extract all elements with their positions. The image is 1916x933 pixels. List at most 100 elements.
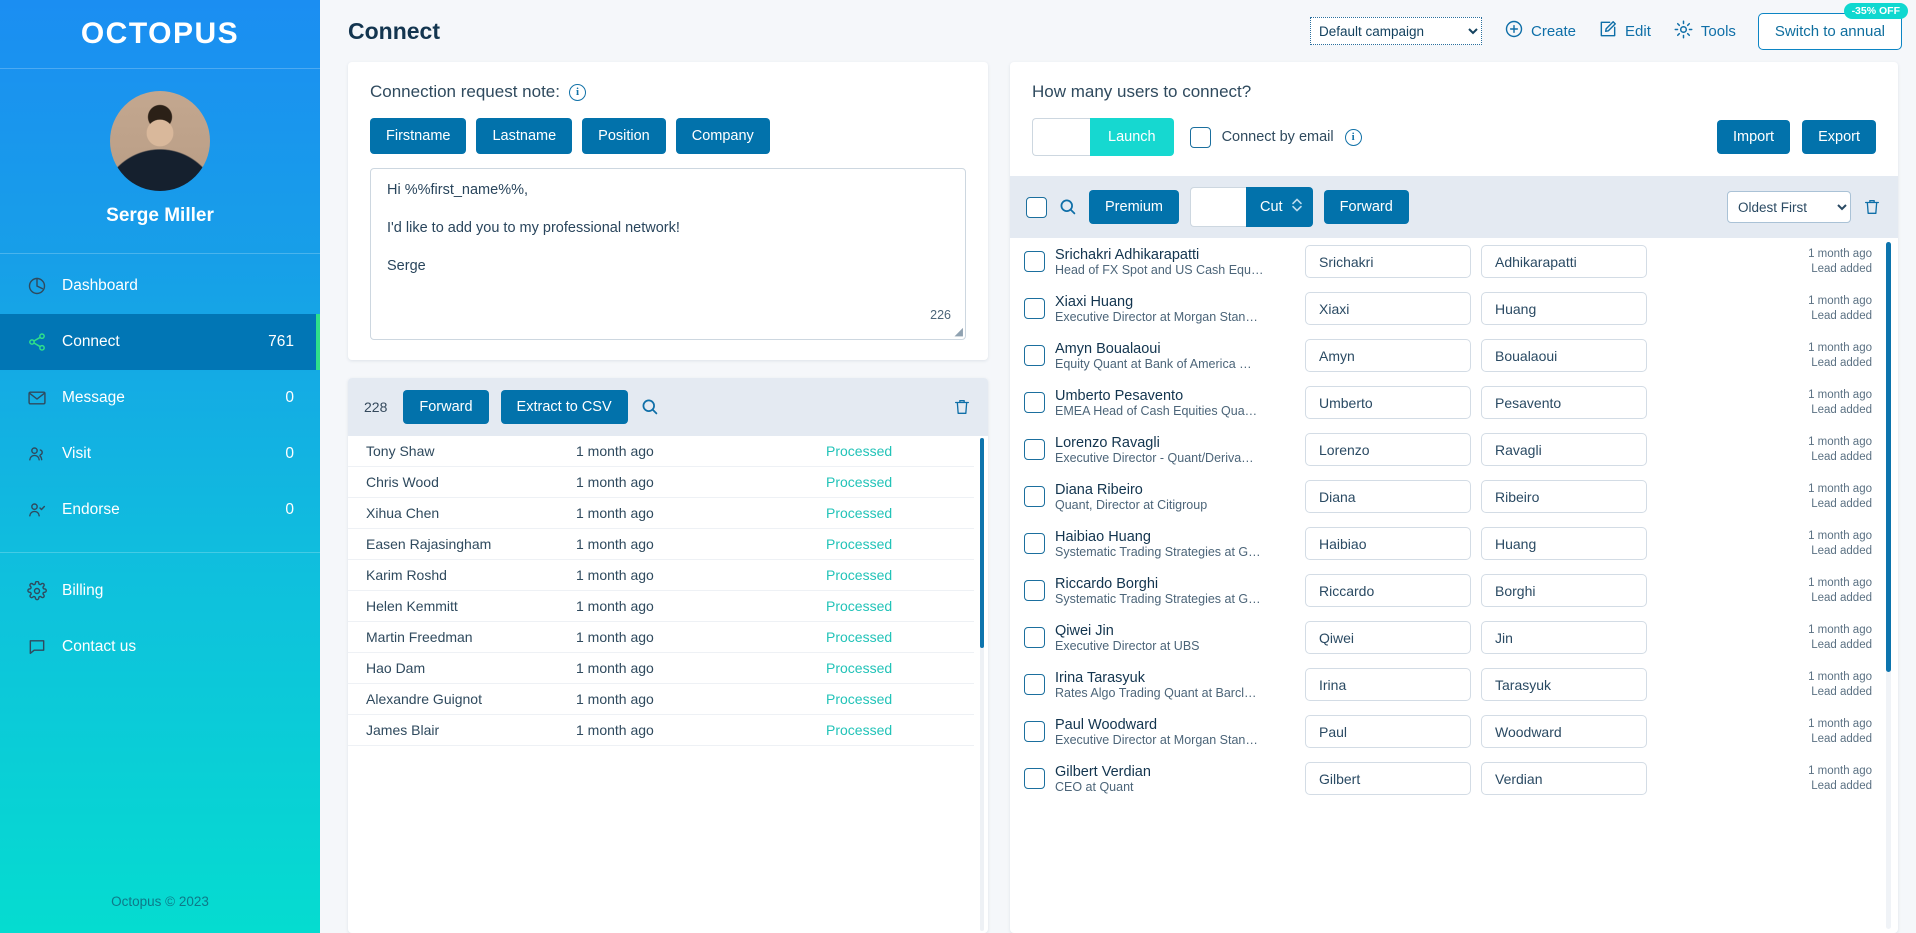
sidebar-item-connect[interactable]: Connect 761 (0, 314, 320, 370)
processed-delete-button[interactable] (952, 397, 972, 417)
import-button[interactable]: Import (1716, 120, 1791, 154)
processed-search-button[interactable] (640, 397, 660, 417)
lead-row[interactable]: Qiwei Jin Executive Director at UBS Qiwei J… (1010, 614, 1898, 661)
processed-scrollbar-thumb[interactable] (980, 438, 984, 648)
sidebar-item-endorse[interactable]: Endorse 0 (0, 482, 320, 538)
cut-count-input[interactable] (1190, 187, 1247, 227)
lead-checkbox[interactable] (1024, 580, 1045, 601)
leads-list[interactable]: Srichakri Adhikarapatti Head of FX Spot a… (1010, 238, 1898, 933)
processed-row[interactable]: Helen Kemmitt 1 month ago Processed (348, 591, 974, 622)
edit-button[interactable]: Edit (1598, 19, 1651, 43)
processed-row[interactable]: Martin Freedman 1 month ago Processed (348, 622, 974, 653)
sort-order-select[interactable]: Oldest First (1727, 191, 1851, 223)
lead-firstname-field[interactable]: Qiwei (1305, 621, 1471, 654)
lead-checkbox[interactable] (1024, 674, 1045, 695)
lead-firstname-field[interactable]: Riccardo (1305, 574, 1471, 607)
lead-lastname-field[interactable]: Borghi (1481, 574, 1647, 607)
lead-lastname-field[interactable]: Ravagli (1481, 433, 1647, 466)
cut-button[interactable]: Cut (1246, 187, 1313, 227)
lead-lastname-field[interactable]: Jin (1481, 621, 1647, 654)
lead-row[interactable]: Irina Tarasyuk Rates Algo Trading Quant a… (1010, 661, 1898, 708)
info-icon[interactable]: i (568, 83, 586, 101)
processed-row[interactable]: Chris Wood 1 month ago Processed (348, 467, 974, 498)
select-all-checkbox[interactable] (1026, 196, 1047, 218)
lead-lastname-field[interactable]: Huang (1481, 527, 1647, 560)
lead-firstname-field[interactable]: Irina (1305, 668, 1471, 701)
connect-by-email-checkbox[interactable] (1189, 126, 1211, 148)
lead-firstname-field[interactable]: Gilbert (1305, 762, 1471, 795)
processed-row[interactable]: Tony Shaw 1 month ago Processed (348, 436, 974, 467)
launch-button[interactable]: Launch (1090, 118, 1174, 156)
stepper-icon[interactable] (1291, 196, 1303, 218)
token-company-button[interactable]: Company (675, 118, 770, 154)
lead-checkbox[interactable] (1024, 251, 1045, 272)
lead-row[interactable]: Paul Woodward Executive Director at Morga… (1010, 708, 1898, 755)
lead-row[interactable]: Amyn Boualaoui Equity Quant at Bank of Am… (1010, 332, 1898, 379)
brand-header[interactable]: OCTOPUS (0, 0, 320, 68)
lead-row[interactable]: Gilbert Verdian CEO at Quant Gilbert Verdia… (1010, 755, 1898, 802)
create-button[interactable]: Create (1504, 19, 1576, 43)
lead-lastname-field[interactable]: Boualaoui (1481, 339, 1647, 372)
sidebar-item-contact-us[interactable]: Contact us (0, 619, 320, 675)
token-firstname-button[interactable]: Firstname (370, 118, 467, 154)
leads-delete-button[interactable] (1862, 197, 1882, 217)
lead-checkbox[interactable] (1024, 533, 1045, 554)
leads-forward-button[interactable]: Forward (1323, 190, 1409, 224)
processed-row[interactable]: Alexandre Guignot 1 month ago Processed (348, 684, 974, 715)
premium-button[interactable]: Premium (1089, 190, 1180, 224)
processed-row[interactable]: Easen Rajasingham 1 month ago Processed (348, 529, 974, 560)
processed-row[interactable]: James Blair 1 month ago Processed (348, 715, 974, 746)
sidebar-item-dashboard[interactable]: Dashboard (0, 258, 320, 314)
lead-lastname-field[interactable]: Ribeiro (1481, 480, 1647, 513)
lead-row[interactable]: Riccardo Borghi Systematic Trading Strate… (1010, 567, 1898, 614)
lead-lastname-field[interactable]: Pesavento (1481, 386, 1647, 419)
lead-lastname-field[interactable]: Adhikarapatti (1481, 245, 1647, 278)
lead-row[interactable]: Lorenzo Ravagli Executive Director - Quan… (1010, 426, 1898, 473)
lead-checkbox[interactable] (1024, 721, 1045, 742)
extract-to-csv-button[interactable]: Extract to CSV (500, 390, 628, 424)
lead-row[interactable]: Xiaxi Huang Executive Director at Morgan … (1010, 285, 1898, 332)
lead-row[interactable]: Srichakri Adhikarapatti Head of FX Spot a… (1010, 238, 1898, 285)
lead-checkbox[interactable] (1024, 768, 1045, 789)
note-textarea[interactable]: Hi %%first_name%%, I'd like to add you t… (370, 168, 966, 340)
lead-lastname-field[interactable]: Tarasyuk (1481, 668, 1647, 701)
token-position-button[interactable]: Position (582, 118, 666, 154)
connect-by-email-label[interactable]: Connect by email i (1189, 126, 1362, 148)
lead-firstname-field[interactable]: Diana (1305, 480, 1471, 513)
token-lastname-button[interactable]: Lastname (476, 118, 573, 154)
tools-button[interactable]: Tools (1673, 19, 1736, 44)
leads-search-button[interactable] (1058, 197, 1078, 217)
lead-firstname-field[interactable]: Xiaxi (1305, 292, 1471, 325)
info-icon[interactable]: i (1344, 128, 1362, 146)
lead-row[interactable]: Umberto Pesavento EMEA Head of Cash Equit… (1010, 379, 1898, 426)
lead-firstname-field[interactable]: Amyn (1305, 339, 1471, 372)
lead-lastname-field[interactable]: Huang (1481, 292, 1647, 325)
resize-grip-icon[interactable]: ◢ (955, 326, 963, 338)
processed-row[interactable]: Xihua Chen 1 month ago Processed (348, 498, 974, 529)
sidebar-item-billing[interactable]: Billing (0, 563, 320, 619)
lead-lastname-field[interactable]: Woodward (1481, 715, 1647, 748)
launch-count-input[interactable] (1032, 118, 1090, 156)
processed-row[interactable]: Karim Roshd 1 month ago Processed (348, 560, 974, 591)
lead-lastname-field[interactable]: Verdian (1481, 762, 1647, 795)
lead-checkbox[interactable] (1024, 486, 1045, 507)
lead-checkbox[interactable] (1024, 345, 1045, 366)
campaign-select[interactable]: Default campaign (1310, 17, 1482, 45)
lead-firstname-field[interactable]: Umberto (1305, 386, 1471, 419)
lead-firstname-field[interactable]: Paul (1305, 715, 1471, 748)
processed-list[interactable]: Tony Shaw 1 month ago Processed Chris Wood 1… (348, 436, 988, 933)
lead-firstname-field[interactable]: Srichakri (1305, 245, 1471, 278)
lead-checkbox[interactable] (1024, 298, 1045, 319)
sidebar-item-visit[interactable]: Visit 0 (0, 426, 320, 482)
processed-forward-button[interactable]: Forward (403, 390, 489, 424)
lead-checkbox[interactable] (1024, 627, 1045, 648)
lead-checkbox[interactable] (1024, 439, 1045, 460)
lead-firstname-field[interactable]: Lorenzo (1305, 433, 1471, 466)
sidebar-item-message[interactable]: Message 0 (0, 370, 320, 426)
lead-checkbox[interactable] (1024, 392, 1045, 413)
processed-row[interactable]: Hao Dam 1 month ago Processed (348, 653, 974, 684)
lead-firstname-field[interactable]: Haibiao (1305, 527, 1471, 560)
lead-row[interactable]: Diana Ribeiro Quant, Director at Citigrou… (1010, 473, 1898, 520)
lead-row[interactable]: Haibiao Huang Systematic Trading Strategi… (1010, 520, 1898, 567)
export-button[interactable]: Export (1802, 120, 1876, 154)
